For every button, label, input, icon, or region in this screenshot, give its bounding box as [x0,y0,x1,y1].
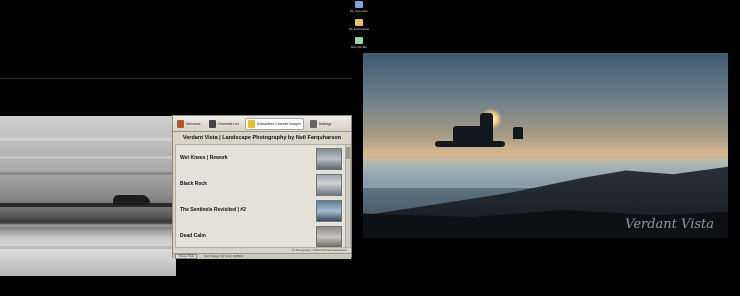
sea-stack-far [513,127,523,139]
sea-stack-tall [480,113,493,143]
wallpaper-photo-bw [0,116,176,276]
thumbnail[interactable] [316,200,342,222]
photo-watermark: Verdant Vista [625,217,714,232]
list-item-title: Black Rock [180,181,207,187]
thumbnail[interactable] [316,226,342,247]
list-item[interactable]: Dead Calm [176,225,346,247]
status-bar: Change Mode Next Change: 2hr 12min 03/08… [173,253,351,259]
app-window: Welcome Channels List Subscribed Channel… [172,115,352,259]
channel-title: Verdant Vista | Landscape Photography by… [182,135,342,141]
desktop-icon-label: Recycle Bin [351,45,367,49]
list-item-title: Wet Knees | Rework [180,155,228,161]
list-icon [208,119,216,128]
scrollbar-thumb[interactable] [346,147,350,159]
folder-icon [355,19,363,26]
thumbnail[interactable] [316,148,342,170]
thumbnail[interactable] [316,174,342,196]
desktop-icon-label: My Computer [349,9,368,13]
list-item-title: Dead Calm [180,233,206,239]
copyright-credit: VV Photography © 2010-2013 Neil Farquhar… [291,249,347,252]
sea-stack-base [435,141,505,147]
change-mode-button[interactable]: Change Mode [175,254,198,259]
home-icon [177,119,184,128]
list-item[interactable]: The Sentinels Revisited | #2 [176,199,346,225]
image-list: Wet Knees | Rework Black Rock The Sentin… [175,144,351,248]
tab-subscribed-channel-images[interactable]: Subscribed Channel Images [244,117,304,130]
list-item[interactable]: Wet Knees | Rework [176,147,346,173]
tab-label: Settings [318,121,332,126]
gear-icon [309,119,317,128]
tab-welcome[interactable]: Welcome [175,118,203,130]
computer-icon [355,1,363,8]
desktop-icon-my-documents[interactable]: My Documents [344,19,374,31]
status-text: Next Change: 2hr 12min 03/08/13 [204,255,243,258]
desktop-icon-my-computer[interactable]: My Computer [344,1,374,13]
tab-settings[interactable]: Settings [308,118,334,130]
tab-label: Channels List [217,121,239,126]
desktop-icon-label: My Documents [348,27,369,31]
tab-channels-list[interactable]: Channels List [207,118,241,130]
list-item[interactable]: Black Rock [176,173,346,199]
desktop-icon-recycle-bin[interactable]: Recycle Bin [344,37,374,49]
recycle-bin-icon [355,37,363,44]
wallpaper-photo-seascape: Verdant Vista [363,53,728,238]
toolbar: Welcome Channels List Subscribed Channel… [173,116,351,132]
tab-label: Subscribed Channel Images [256,121,301,126]
tab-label: Welcome [186,121,201,126]
rock-island [113,195,150,205]
star-icon [247,119,255,128]
scrollbar[interactable] [345,145,350,247]
list-item-title: The Sentinels Revisited | #2 [180,207,246,213]
